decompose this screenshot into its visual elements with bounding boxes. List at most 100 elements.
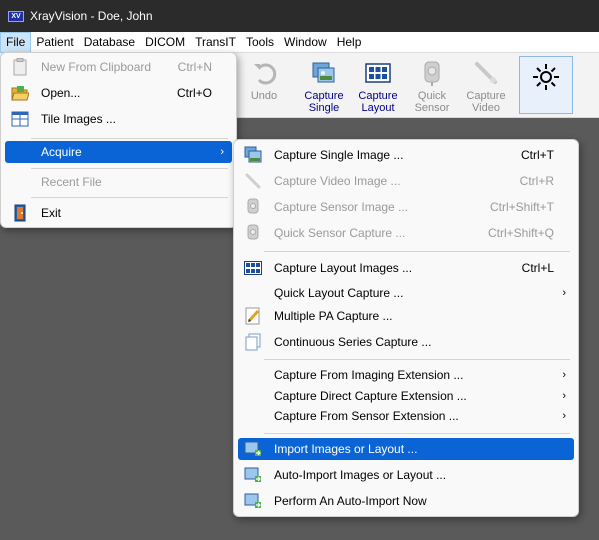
exit-door-icon	[11, 204, 29, 222]
file-menu-separator	[31, 197, 228, 198]
capture-single-icon	[310, 59, 338, 87]
file-new-from-clipboard-label: New From Clipboard	[41, 60, 152, 74]
capture-layout-label: Capture Layout	[358, 90, 398, 114]
undo-button[interactable]: Undo	[237, 53, 291, 117]
clipboard-icon	[11, 58, 29, 76]
menu-transit[interactable]: TransIT	[190, 32, 241, 53]
acquire-quick-sensor-shortcut: Ctrl+Shift+Q	[487, 226, 554, 240]
acquire-capture-single-shortcut: Ctrl+T	[521, 148, 554, 162]
acquire-separator	[264, 359, 570, 360]
sensor-icon	[244, 198, 262, 216]
acquire-multiple-pa[interactable]: Multiple PA Capture ...	[238, 305, 574, 327]
grid-layout-icon	[364, 59, 392, 87]
acquire-quick-sensor[interactable]: Quick Sensor Capture ... Ctrl+Shift+Q	[238, 222, 574, 244]
file-open[interactable]: Open... Ctrl+O	[5, 82, 232, 104]
sun-enhance-icon	[532, 63, 560, 91]
capture-single-label: Capture Single	[304, 90, 344, 114]
acquire-from-imaging-ext-label: Capture From Imaging Extension ...	[274, 368, 464, 382]
acquire-auto-import[interactable]: Auto-Import Images or Layout ...	[238, 464, 574, 486]
acquire-capture-sensor-shortcut: Ctrl+Shift+T	[489, 200, 554, 214]
acquire-direct-capture-ext[interactable]: Capture Direct Capture Extension ... ›	[238, 385, 574, 407]
video-wand-icon	[244, 172, 262, 190]
acquire-separator	[264, 433, 570, 434]
capture-layout-button[interactable]: Capture Layout	[351, 53, 405, 117]
menu-bar: File Patient Database DICOM TransIT Tool…	[0, 31, 599, 53]
acquire-capture-video-label: Capture Video Image ...	[274, 174, 401, 188]
chevron-right-icon: ›	[562, 287, 566, 299]
acquire-from-sensor-ext-label: Capture From Sensor Extension ...	[274, 409, 459, 423]
acquire-submenu: Capture Single Image ... Ctrl+T Capture …	[233, 139, 579, 517]
capture-single-icon	[244, 146, 262, 164]
file-menu-separator	[31, 168, 228, 169]
sensor-icon	[244, 224, 262, 242]
acquire-quick-sensor-label: Quick Sensor Capture ...	[274, 226, 406, 240]
acquire-continuous-series[interactable]: Continuous Series Capture ...	[238, 331, 574, 353]
folder-open-icon	[11, 84, 29, 102]
file-new-from-clipboard[interactable]: New From Clipboard Ctrl+N	[5, 56, 232, 78]
quick-sensor-label: Quick Sensor	[414, 90, 450, 114]
file-recent-file[interactable]: Recent File	[5, 171, 232, 193]
file-acquire-label: Acquire	[41, 145, 82, 159]
pages-stack-icon	[244, 333, 262, 351]
menu-patient[interactable]: Patient	[31, 32, 78, 53]
capture-video-label: Capture Video	[466, 90, 506, 114]
file-new-from-clipboard-shortcut: Ctrl+N	[177, 60, 212, 74]
title-bar: XV XrayVision - Doe, John	[0, 0, 599, 32]
acquire-perform-auto-import[interactable]: Perform An Auto-Import Now	[238, 490, 574, 512]
capture-video-button[interactable]: Capture Video	[459, 53, 513, 117]
acquire-capture-single-label: Capture Single Image ...	[274, 148, 404, 162]
acquire-perform-auto-import-label: Perform An Auto-Import Now	[274, 494, 427, 508]
quick-sensor-button[interactable]: Quick Sensor	[405, 53, 459, 117]
acquire-continuous-series-label: Continuous Series Capture ...	[274, 335, 432, 349]
file-acquire[interactable]: Acquire ›	[5, 141, 232, 163]
file-tile-images[interactable]: Tile Images ...	[5, 108, 232, 130]
acquire-quick-layout-label: Quick Layout Capture ...	[274, 286, 404, 300]
import-image-icon	[244, 492, 262, 510]
file-exit-label: Exit	[41, 206, 62, 220]
import-image-icon	[244, 466, 262, 484]
undo-icon	[250, 59, 278, 87]
acquire-capture-video[interactable]: Capture Video Image ... Ctrl+R	[238, 170, 574, 192]
acquire-direct-capture-ext-label: Capture Direct Capture Extension ...	[274, 389, 467, 403]
acquire-capture-layout-label: Capture Layout Images ...	[274, 261, 413, 275]
acquire-auto-import-label: Auto-Import Images or Layout ...	[274, 468, 447, 482]
menu-dicom[interactable]: DICOM	[140, 32, 190, 53]
enhance-button[interactable]	[519, 56, 573, 114]
chevron-right-icon: ›	[562, 410, 566, 422]
acquire-from-sensor-ext[interactable]: Capture From Sensor Extension ... ›	[238, 405, 574, 427]
acquire-from-imaging-ext[interactable]: Capture From Imaging Extension ... ›	[238, 364, 574, 386]
chevron-right-icon: ›	[562, 369, 566, 381]
acquire-capture-single[interactable]: Capture Single Image ... Ctrl+T	[238, 144, 574, 166]
acquire-capture-layout[interactable]: Capture Layout Images ... Ctrl+L	[238, 257, 574, 279]
acquire-capture-sensor[interactable]: Capture Sensor Image ... Ctrl+Shift+T	[238, 196, 574, 218]
window-title: XrayVision - Doe, John	[30, 9, 153, 23]
file-open-shortcut: Ctrl+O	[176, 86, 212, 100]
grid-layout-icon	[244, 259, 262, 277]
acquire-multiple-pa-label: Multiple PA Capture ...	[274, 309, 393, 323]
file-tile-images-label: Tile Images ...	[41, 112, 116, 126]
acquire-import-images[interactable]: Import Images or Layout ...	[238, 438, 574, 460]
file-menu: New From Clipboard Ctrl+N Open... Ctrl+O…	[0, 52, 237, 228]
file-recent-file-label: Recent File	[41, 175, 102, 189]
video-wand-icon	[472, 59, 500, 87]
file-open-label: Open...	[41, 86, 81, 100]
menu-help[interactable]: Help	[332, 32, 367, 53]
menu-window[interactable]: Window	[279, 32, 332, 53]
file-exit[interactable]: Exit	[5, 202, 232, 224]
acquire-capture-video-shortcut: Ctrl+R	[519, 174, 554, 188]
tile-icon	[11, 110, 29, 128]
acquire-capture-layout-shortcut: Ctrl+L	[521, 261, 554, 275]
chevron-right-icon: ›	[220, 146, 224, 158]
menu-file[interactable]: File	[0, 31, 32, 53]
chevron-right-icon: ›	[562, 390, 566, 402]
pencil-icon	[244, 307, 262, 325]
menu-database[interactable]: Database	[79, 32, 140, 53]
undo-label: Undo	[250, 90, 278, 102]
acquire-quick-layout[interactable]: Quick Layout Capture ... ›	[238, 282, 574, 304]
sensor-icon	[418, 59, 446, 87]
menu-tools[interactable]: Tools	[241, 32, 279, 53]
capture-single-button[interactable]: Capture Single	[297, 53, 351, 117]
app-logo-icon: XV	[8, 10, 24, 22]
acquire-capture-sensor-label: Capture Sensor Image ...	[274, 200, 409, 214]
acquire-separator	[264, 251, 570, 252]
